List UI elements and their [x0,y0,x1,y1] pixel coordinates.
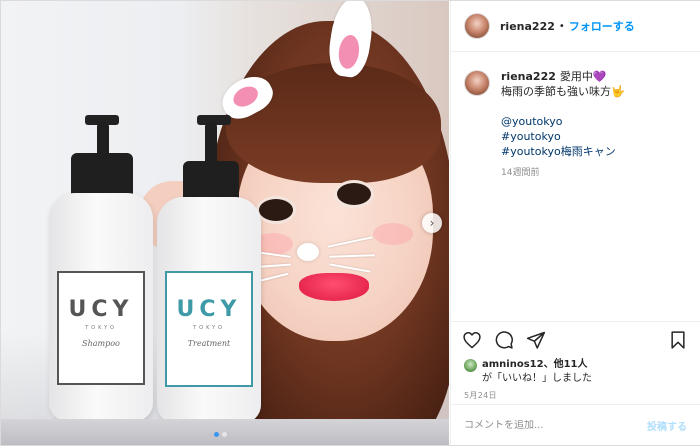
pump-stem-right [205,121,217,165]
post-date[interactable]: 5月24日 [464,390,497,401]
caption-username[interactable]: riena222 [501,70,556,83]
caption-hashtag[interactable]: #youtokyo [501,129,625,144]
post-header: riena222 • フォローする [451,1,700,52]
brand-name: UCY [176,297,242,322]
post-photo[interactable]: ♥ UCY TOKYO Shampoo UCY TOKYO Treatment … [1,1,449,445]
comments-section: riena222 愛用中💜 梅雨の季節も強い味方🤟 @youtokyo #yout… [451,52,700,322]
bunny-nose [297,243,319,261]
add-comment-bar: 投稿する [451,404,700,446]
comment-icon[interactable] [494,330,514,350]
brand-subtitle: TOKYO [85,325,117,331]
likes-suffix: が「いいね！」しました [482,373,592,384]
liker-avatar[interactable] [464,359,477,372]
likes-summary: amninos12、他11人 が「いいね！」しました [464,358,592,386]
caption-avatar[interactable] [464,70,490,96]
bottle-label: UCY TOKYO Treatment [165,271,253,387]
eye-right [337,183,371,205]
bottle-label: UCY TOKYO Shampoo [57,271,145,385]
header-username[interactable]: riena222 [500,20,555,33]
likes-others[interactable]: 、他11人 [544,359,588,370]
share-icon[interactable] [526,330,546,350]
post-sidebar: riena222 • フォローする riena222 愛用中💜 梅雨の季節も強い味… [450,1,700,445]
caption-text-line1: 愛用中💜 [559,70,607,83]
avatar[interactable] [464,13,490,39]
pagination-dot [214,432,219,437]
pagination-dot [222,432,227,437]
pump-stem-left [97,121,109,157]
eye-left [259,199,293,221]
heart-icon[interactable] [462,330,482,350]
brand-subtitle: TOKYO [193,325,225,331]
header-separator: • [558,20,565,32]
lips [299,273,369,301]
caption-mention[interactable]: @youtokyo [501,114,625,129]
caption-timestamp[interactable]: 14週間前 [501,166,625,181]
cheek-right [373,223,413,245]
post-card: ♥ UCY TOKYO Shampoo UCY TOKYO Treatment … [0,0,700,446]
carousel-pagination [214,432,227,437]
follow-button[interactable]: フォローする [569,18,635,34]
bookmark-icon[interactable] [668,330,688,350]
action-icons [462,330,546,350]
product-name: Treatment [187,339,231,348]
liker-username[interactable]: amninos12 [482,359,544,370]
caption-hashtag[interactable]: #youtokyo梅雨キャン [501,144,625,159]
caption-body: riena222 愛用中💜 梅雨の季節も強い味方🤟 @youtokyo #yout… [501,69,625,181]
pump-cap-right [183,161,239,201]
product-name: Shampoo [82,339,120,348]
pump-cap-left [71,153,133,195]
caption: riena222 愛用中💜 梅雨の季節も強い味方🤟 @youtokyo #yout… [451,52,700,181]
post-comment-button[interactable]: 投稿する [647,418,687,433]
next-photo-button[interactable]: › [422,213,442,233]
caption-text-line2: 梅雨の季節も強い味方🤟 [501,85,625,98]
brand-name: UCY [68,297,134,322]
comment-input[interactable] [464,420,647,431]
bottle-shampoo: UCY TOKYO Shampoo [49,193,153,421]
bottle-treatment: UCY TOKYO Treatment [157,197,261,423]
likes-text: amninos12、他11人 が「いいね！」しました [482,358,592,386]
